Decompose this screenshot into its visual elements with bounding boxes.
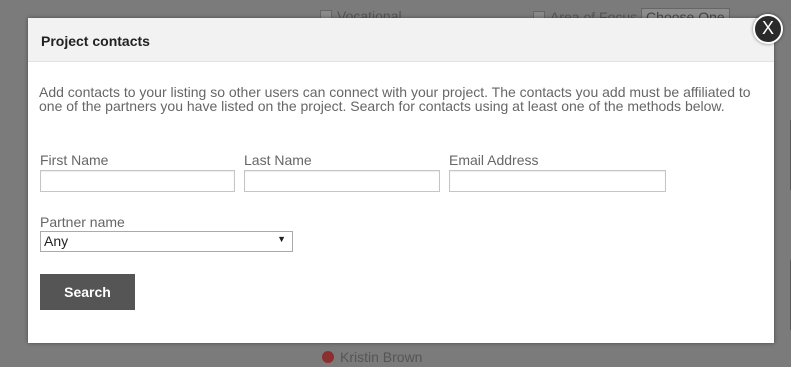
dialog-intro-text: Add contacts to your listing so other us… xyxy=(39,84,751,114)
email-address-input[interactable] xyxy=(449,170,666,192)
email-address-label: Email Address xyxy=(449,152,539,168)
partner-name-select[interactable]: Any ▼ xyxy=(40,231,293,252)
first-name-label: First Name xyxy=(40,152,109,168)
first-name-input[interactable] xyxy=(40,170,235,192)
project-contacts-dialog: Project contacts Add contacts to your li… xyxy=(28,18,774,343)
last-name-label: Last Name xyxy=(244,152,312,168)
contact-name: Kristin Brown xyxy=(340,349,423,365)
remove-contact-icon xyxy=(322,351,334,363)
close-icon: X xyxy=(761,18,774,38)
contact-entry: Kristin Brown xyxy=(322,349,422,365)
last-name-input[interactable] xyxy=(244,170,440,192)
search-button[interactable]: Search xyxy=(40,274,135,310)
dialog-header: Project contacts xyxy=(28,18,774,62)
close-dialog-button[interactable]: X xyxy=(753,14,783,44)
partner-name-label: Partner name xyxy=(40,214,125,230)
partner-selected-value: Any xyxy=(44,233,69,249)
dialog-title: Project contacts xyxy=(41,33,150,49)
dropdown-arrow-icon: ▼ xyxy=(277,234,286,244)
